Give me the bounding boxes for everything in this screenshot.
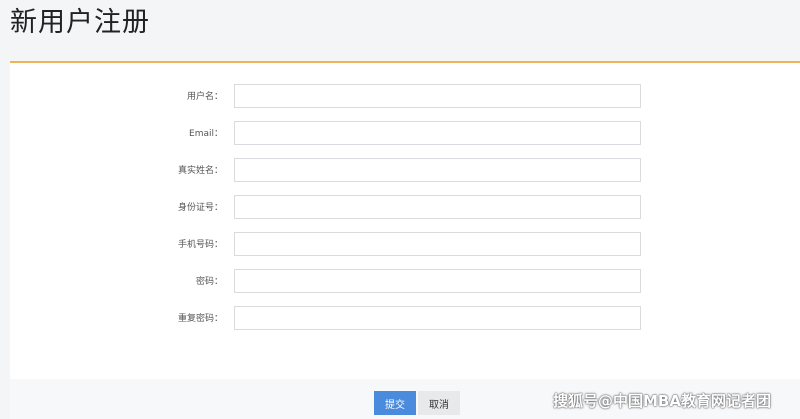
username-label: 用户名： (186, 92, 223, 102)
password-input[interactable] (234, 269, 641, 293)
phone-label: 手机号码： (177, 240, 223, 250)
real-name-input[interactable] (234, 158, 641, 182)
cancel-button[interactable]: 取消 (418, 391, 460, 415)
form-row-real-name: 真实姓名： (10, 158, 800, 184)
id-number-input[interactable] (234, 195, 641, 219)
watermark: 搜狐号@中国MBA教育网记者团 (553, 392, 771, 410)
form-row-email: Email： (10, 121, 800, 147)
registration-form: 用户名： Email： 真实姓名： 身份证号： 手机号码： 密码： 重复密码： (10, 61, 800, 381)
form-row-username: 用户名： (10, 84, 800, 110)
form-row-confirm-password: 重复密码： (10, 306, 800, 332)
email-label: Email： (189, 129, 223, 139)
password-label: 密码： (195, 277, 223, 287)
form-row-id-number: 身份证号： (10, 195, 800, 221)
form-row-password: 密码： (10, 269, 800, 295)
confirm-password-label: 重复密码： (177, 314, 223, 324)
submit-button[interactable]: 提交 (374, 391, 416, 415)
phone-input[interactable] (234, 232, 641, 256)
page-title: 新用户注册 (10, 7, 150, 38)
real-name-label: 真实姓名： (177, 166, 223, 176)
id-number-label: 身份证号： (177, 203, 223, 213)
form-row-phone: 手机号码： (10, 232, 800, 258)
email-input[interactable] (234, 121, 641, 145)
username-input[interactable] (234, 84, 641, 108)
confirm-password-input[interactable] (234, 306, 641, 330)
